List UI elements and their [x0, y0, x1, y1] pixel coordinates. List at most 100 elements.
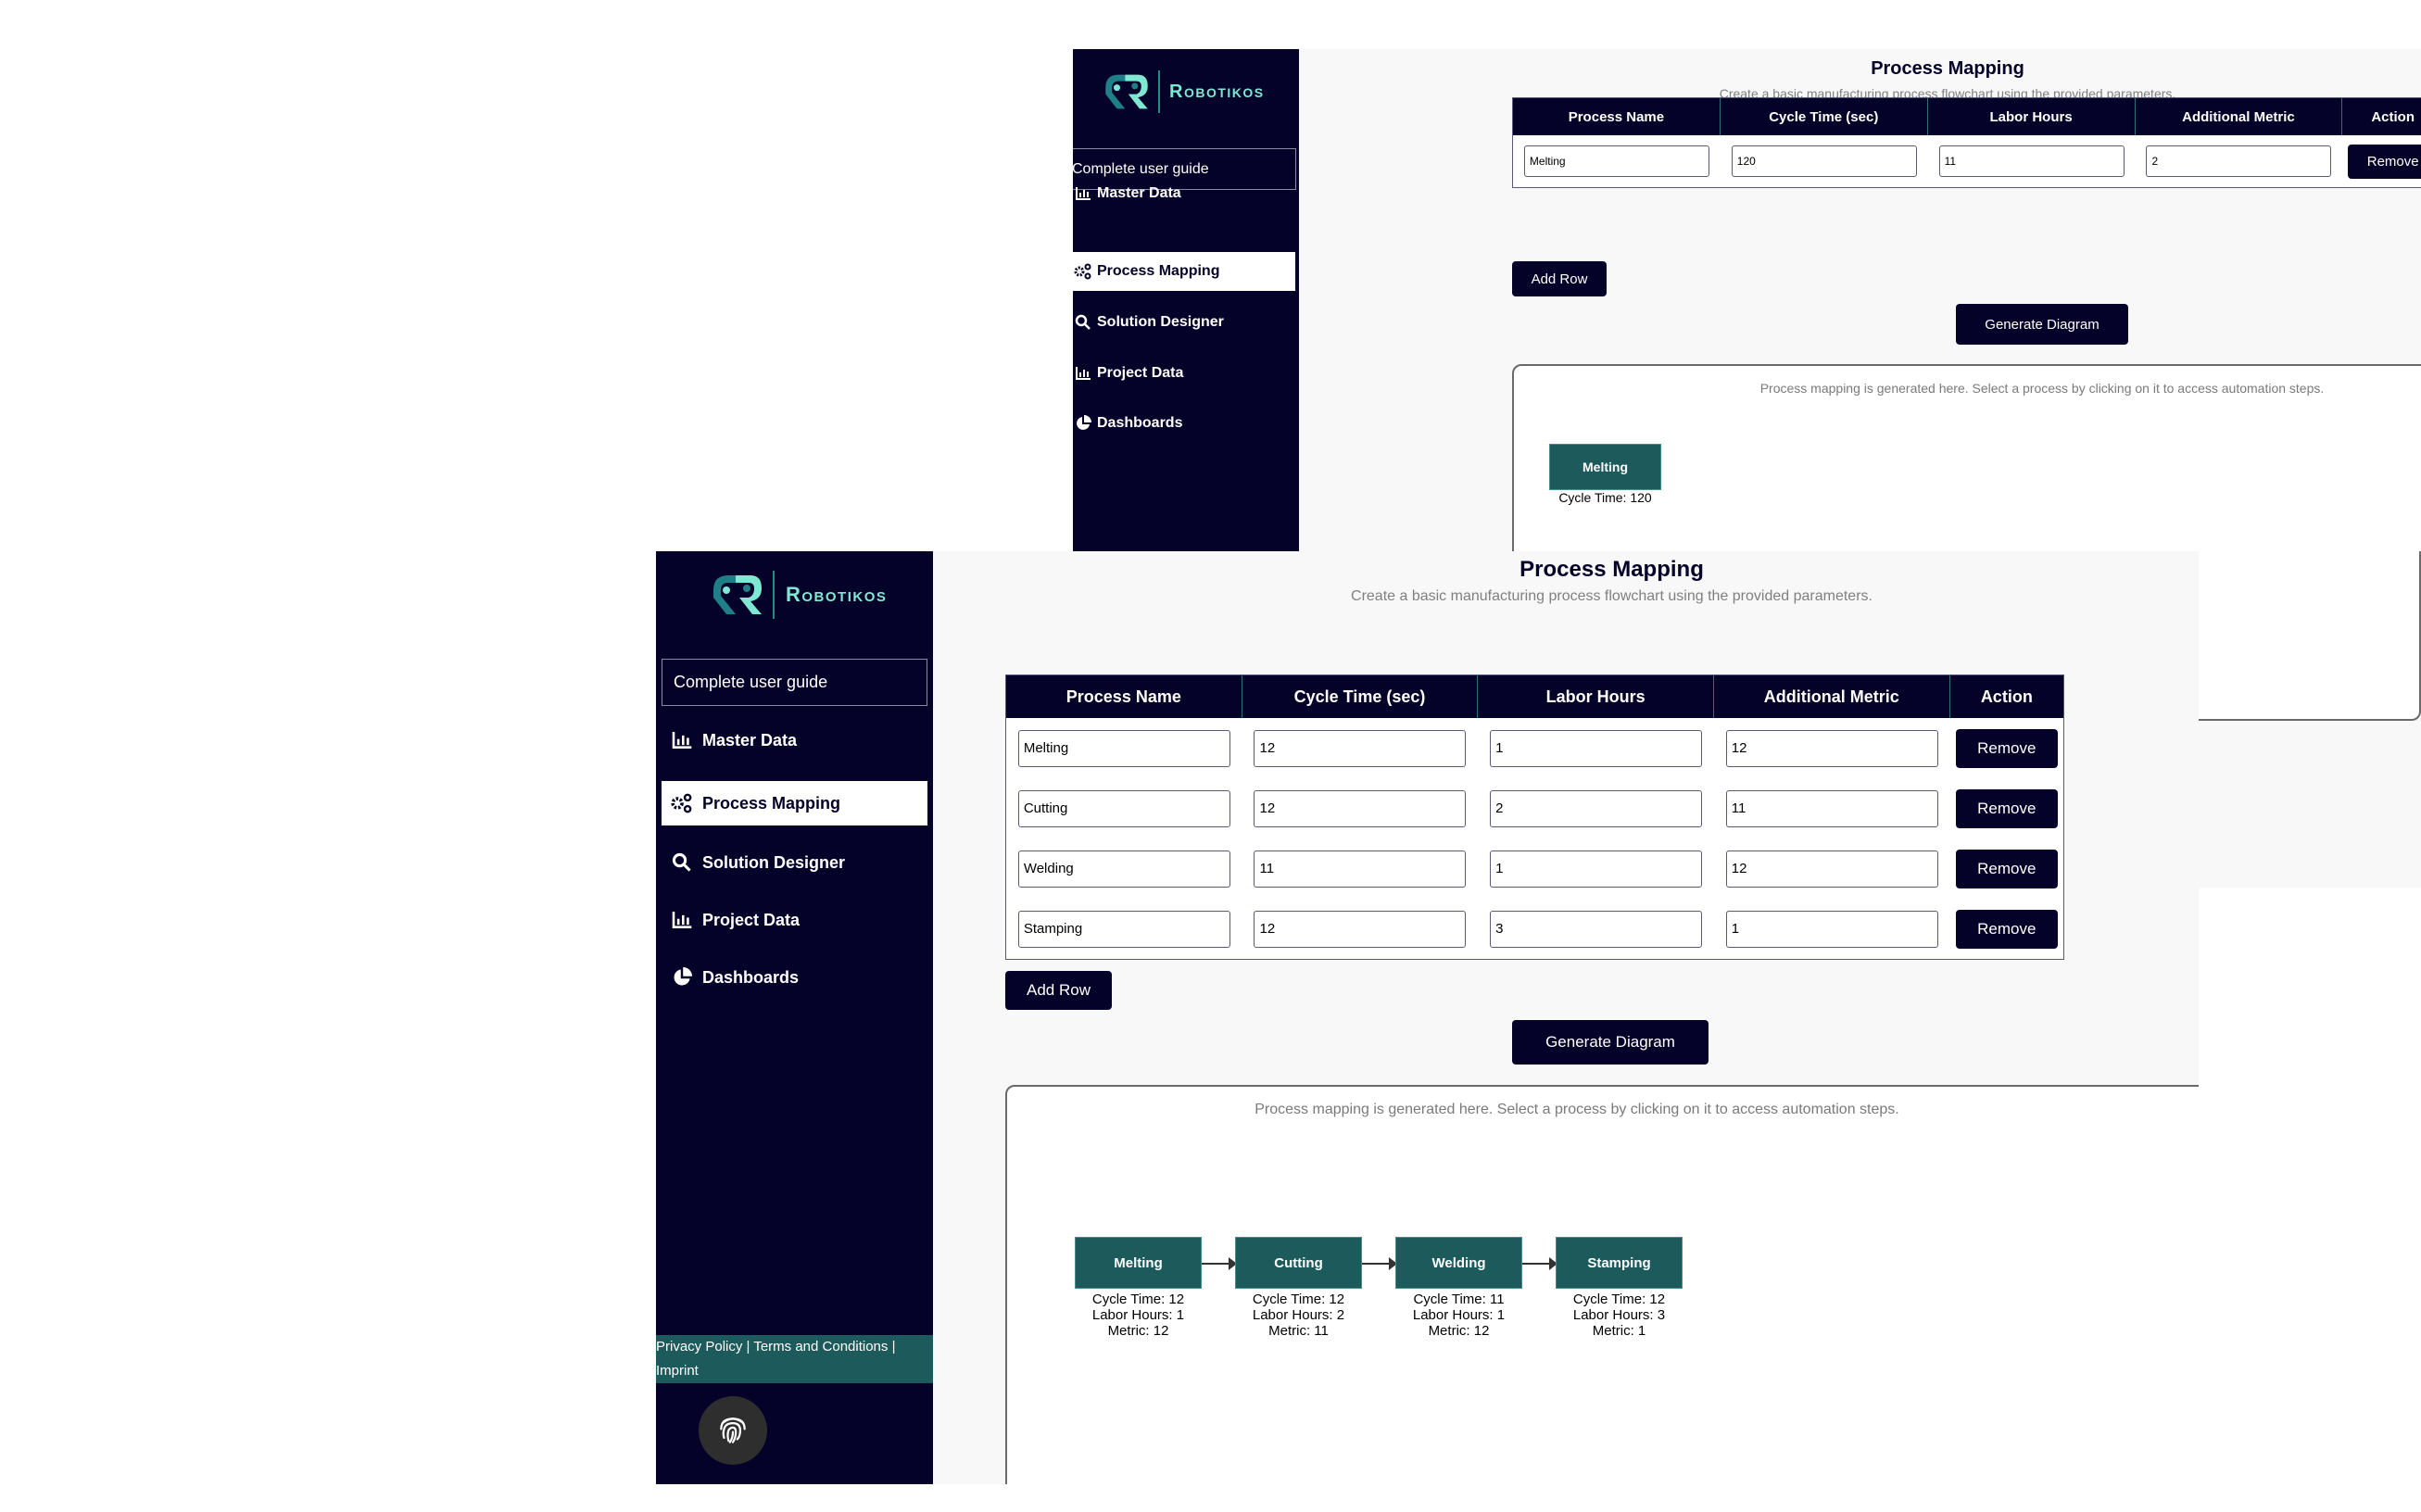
diagram-node-box[interactable]: Stamping	[1556, 1237, 1683, 1289]
process-name-input[interactable]	[1017, 850, 1230, 888]
column-header: Additional Metric	[1713, 675, 1950, 718]
diagram-hint: Process mapping is generated here. Selec…	[1255, 1102, 1899, 1117]
additional-metric-input[interactable]	[1725, 789, 1938, 827]
cycle-time-input[interactable]	[1254, 910, 1467, 948]
labor-hours-input[interactable]	[1938, 145, 2125, 177]
sidebar-item-master-data[interactable]: Master Data	[1073, 174, 1295, 213]
labor-hours-input[interactable]	[1490, 789, 1703, 827]
diagram-node[interactable]: Stamping Cycle Time: 12 Labor Hours: 3 M…	[1556, 1237, 1683, 1339]
fingerprint-icon	[720, 1418, 746, 1443]
column-header: Action	[2342, 98, 2421, 135]
page-title: Process Mapping	[1871, 58, 2024, 79]
sidebar-item-label: Process Mapping	[702, 793, 841, 813]
diagram-node[interactable]: Welding Cycle Time: 11 Labor Hours: 1 Me…	[1395, 1237, 1522, 1339]
generate-diagram-button[interactable]: Generate Diagram	[1956, 304, 2128, 345]
sidebar-item-solution-designer[interactable]: Solution Designer	[662, 840, 927, 885]
sidebar-item-dashboards[interactable]: Dashboards	[1073, 404, 1295, 443]
diagram-node[interactable]: Melting Cycle Time: 12 Labor Hours: 1 Me…	[1075, 1237, 1202, 1339]
labor-hours-input[interactable]	[1490, 910, 1703, 948]
remove-row-button[interactable]: Remove	[1955, 849, 2058, 888]
diagram-node-meta: Cycle Time: 12 Labor Hours: 2 Metric: 11	[1235, 1292, 1362, 1339]
robotikos-logo-icon	[1105, 74, 1148, 109]
table-row: Remove	[1006, 778, 2063, 838]
cycle-time-input[interactable]	[1254, 789, 1467, 827]
bar-chart-icon	[1073, 363, 1093, 384]
diagram-node-meta: Cycle Time: 11 Labor Hours: 1 Metric: 12	[1395, 1292, 1522, 1339]
diagram-node-box[interactable]: Welding	[1395, 1237, 1522, 1289]
sidebar-item-label: Project Data	[702, 910, 801, 929]
process-table: Process Name Cycle Time (sec) Labor Hour…	[1005, 674, 2064, 960]
background-window-edge	[2199, 551, 2421, 888]
diagram-node-labor: Labor Hours: 1	[1412, 1307, 1506, 1323]
diagram-node-box[interactable]: Melting	[1075, 1237, 1202, 1289]
cycle-time-input[interactable]	[1254, 729, 1467, 767]
sidebar-item-master-data[interactable]: Master Data	[662, 718, 927, 762]
sidebar-item-label: Master Data	[702, 730, 798, 750]
diagram-node-metric: Metric: 12	[1107, 1323, 1169, 1339]
process-name-input[interactable]	[1017, 910, 1230, 948]
cycle-time-input[interactable]	[1731, 145, 1917, 177]
sidebar-item-dashboards[interactable]: Dashboards	[662, 955, 927, 1000]
diagram-node-box[interactable]: Cutting	[1235, 1237, 1362, 1289]
flow-arrow	[1202, 1257, 1237, 1270]
process-name-input[interactable]	[1523, 145, 1709, 177]
cycle-time-input[interactable]	[1254, 850, 1467, 888]
diagram-area-edge	[2199, 551, 2421, 721]
add-row-button[interactable]: Add Row	[1512, 261, 1607, 296]
diagram-node[interactable]: Cutting Cycle Time: 12 Labor Hours: 2 Me…	[1235, 1237, 1362, 1339]
sidebar-item-project-data[interactable]: Project Data	[1073, 354, 1295, 393]
footer-separator: |	[742, 1339, 754, 1354]
diagram-node-cycle: Cycle Time: 11	[1413, 1292, 1505, 1307]
sidebar-item-process-mapping[interactable]: Process Mapping	[662, 781, 927, 825]
terms-link[interactable]: Terms and Conditions	[753, 1339, 888, 1354]
table-row: Remove	[1006, 718, 2063, 778]
bar-chart-icon	[669, 907, 695, 933]
diagram-node[interactable]: Melting Cycle Time: 120	[1549, 444, 1661, 506]
sidebar-item-label: Dashboards	[702, 967, 800, 987]
logo: Robotikos	[1101, 69, 1265, 114]
flow-arrow	[1362, 1257, 1397, 1270]
search-icon	[669, 850, 695, 876]
diagram-node-meta: Cycle Time: 12 Labor Hours: 1 Metric: 12	[1075, 1292, 1202, 1339]
diagram-node-labor: Labor Hours: 3	[1572, 1307, 1666, 1323]
diagram-node-labor: Labor Hours: 2	[1252, 1307, 1345, 1323]
additional-metric-input[interactable]	[1725, 729, 1938, 767]
diagram-area: Process mapping is generated here. Selec…	[1005, 1085, 2199, 1484]
pie-chart-icon	[1073, 413, 1093, 434]
column-header: Action	[1949, 675, 2063, 718]
diagram-node-box[interactable]: Melting	[1549, 444, 1661, 490]
labor-hours-input[interactable]	[1490, 850, 1703, 888]
sidebar-item-project-data[interactable]: Project Data	[662, 898, 927, 942]
additional-metric-input[interactable]	[1725, 850, 1938, 888]
process-name-input[interactable]	[1017, 789, 1230, 827]
diagram-node-cycle: Cycle Time: 12	[1091, 1292, 1185, 1307]
pie-chart-icon	[669, 964, 695, 990]
remove-row-button[interactable]: Remove	[1955, 909, 2058, 949]
additional-metric-input[interactable]	[2146, 145, 2332, 177]
column-header: Labor Hours	[1478, 675, 1714, 718]
remove-row-button[interactable]: Remove	[1955, 728, 2058, 768]
generate-diagram-button[interactable]: Generate Diagram	[1512, 1020, 1709, 1065]
remove-row-button[interactable]: Remove	[2348, 144, 2421, 179]
sidebar-item-label: Process Mapping	[1097, 263, 1220, 279]
column-header: Process Name	[1513, 98, 1721, 135]
sidebar-item-process-mapping[interactable]: Process Mapping	[1073, 252, 1295, 291]
imprint-link[interactable]: Imprint	[656, 1363, 699, 1379]
labor-hours-input[interactable]	[1490, 729, 1703, 767]
main-content: Process Mapping Create a basic manufactu…	[933, 551, 2199, 1484]
fingerprint-button[interactable]	[699, 1396, 767, 1465]
diagram-node-metric: Metric: 12	[1428, 1323, 1490, 1339]
brand-name: Robotikos	[1169, 81, 1265, 102]
sidebar-item-label: Project Data	[1097, 365, 1184, 381]
diagram-node-meta: Cycle Time: 12 Labor Hours: 3 Metric: 1	[1556, 1292, 1683, 1339]
flow-arrow	[1522, 1257, 1557, 1270]
sidebar-item-solution-designer[interactable]: Solution Designer	[1073, 303, 1295, 342]
remove-row-button[interactable]: Remove	[1955, 788, 2058, 828]
privacy-policy-link[interactable]: Privacy Policy	[656, 1339, 742, 1354]
sidebar-item-label: Solution Designer	[1097, 314, 1224, 330]
logo-divider	[1158, 70, 1160, 113]
user-guide-link[interactable]: Complete user guide	[662, 659, 927, 706]
additional-metric-input[interactable]	[1725, 910, 1938, 948]
add-row-button[interactable]: Add Row	[1005, 971, 1112, 1010]
process-name-input[interactable]	[1017, 729, 1230, 767]
